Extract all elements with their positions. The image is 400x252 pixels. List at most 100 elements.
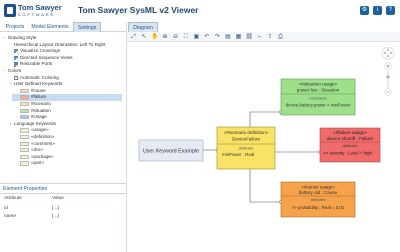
node-battery-old[interactable]: «#cause usage» battery old : Cause attri…: [280, 181, 356, 218]
tree-item-label: Hierarchical Layout Orientation: Left To…: [14, 41, 106, 47]
node-power-low[interactable]: «#situation usage» power low : Situation…: [280, 78, 356, 116]
scenario-stereotype: «#scenario definition»: [224, 130, 269, 135]
tab-settings[interactable]: Settings: [73, 22, 101, 32]
property-value-name[interactable]: [...]: [52, 214, 59, 219]
color-swatch[interactable]: [20, 128, 29, 133]
color-swatch[interactable]: [20, 115, 29, 120]
properties-divider: [0, 193, 126, 194]
layout-icon[interactable]: ▤: [225, 34, 232, 41]
scenario-attribute: minPower : Real: [222, 152, 254, 157]
failure-name: device shutoff : Failure: [327, 136, 374, 141]
zoom-out-control-icon[interactable]: [384, 88, 392, 96]
color-swatch[interactable]: [20, 148, 29, 153]
failure-attribute: >> severity : Level = high: [323, 151, 372, 156]
property-value-id[interactable]: [...]: [52, 206, 59, 211]
node-user-keyword-example[interactable]: User Keyword Example: [138, 139, 204, 162]
failure-section-label: attributes: [343, 144, 358, 148]
checkbox[interactable]: [14, 49, 19, 54]
checkbox[interactable]: [14, 62, 19, 67]
cause-section-label: attributes: [311, 198, 326, 202]
zoom-fit-icon[interactable]: ⛶: [183, 34, 190, 41]
app-window: Tom Sawyer SOFTWARE Tom Sawyer SysML v2 …: [0, 0, 400, 252]
diagram-svg: User Keyword Example «#scenario definiti…: [138, 46, 395, 218]
tree-item-label: «doc»: [31, 147, 44, 153]
color-swatch[interactable]: [20, 88, 29, 93]
situation-section-label: constraints: [309, 97, 327, 101]
logo-mark-icon: [4, 4, 16, 17]
color-swatch[interactable]: [20, 95, 29, 100]
node-device-failure[interactable]: «#scenario definition» DeviceFailure att…: [216, 126, 276, 170]
node-device-shutoff[interactable]: «#failure usage» device shutoff : Failur…: [319, 127, 381, 163]
tree-item-label: Language Keywords: [14, 120, 56, 126]
pan-hand-icon[interactable]: ✋: [151, 34, 158, 41]
tree-item-label: «part»: [31, 160, 45, 166]
color-swatch[interactable]: [20, 108, 29, 113]
situation-constraint: device.battery.power < minPower: [286, 103, 351, 108]
tree-item-label: #failure: [31, 94, 47, 100]
help-icon[interactable]: ?: [386, 6, 395, 15]
tree-item-label: «package»: [31, 153, 54, 159]
color-swatch[interactable]: [20, 141, 29, 146]
grid-icon[interactable]: ▦: [235, 34, 242, 41]
collapse-icon[interactable]: −: [8, 81, 13, 87]
color-swatch[interactable]: [20, 154, 29, 159]
collapse-icon[interactable]: −: [2, 35, 7, 41]
cause-stereotype: «#cause usage»: [301, 185, 335, 190]
header-bar: Tom Sawyer SOFTWARE Tom Sawyer SysML v2 …: [0, 0, 400, 22]
pan-navigator-icon[interactable]: [381, 46, 395, 60]
settings-gear-icon[interactable]: ⚙: [360, 6, 369, 15]
zoom-slider[interactable]: [386, 71, 390, 88]
tree-item-label: #cause: [31, 87, 46, 93]
select-arrow-icon[interactable]: ↖: [141, 34, 148, 41]
scenario-name: DeviceFailure: [232, 137, 261, 142]
tree-item-label: Visualize Crossings: [20, 48, 61, 54]
checkbox[interactable]: [14, 55, 19, 60]
cause-name: battery old : Cause: [299, 190, 338, 195]
tree-item-label: «definition»: [31, 134, 55, 139]
color-swatch[interactable]: [20, 102, 29, 107]
cause-attribute: >> probability : Real = 0.01: [292, 205, 345, 210]
expand-icon[interactable]: +: [8, 121, 13, 127]
tree-item-label: #situation: [31, 107, 51, 113]
info-icon[interactable]: i: [373, 6, 382, 15]
tree-item-label: Automatic Coloring: [20, 74, 59, 80]
zoom-in-icon[interactable]: ⊕: [162, 34, 169, 41]
tree-item-label: «usage»: [31, 127, 49, 133]
tab-model-elements[interactable]: Model Elements: [28, 22, 72, 32]
color-swatch[interactable]: [20, 135, 29, 140]
tab-diagram[interactable]: Diagram: [128, 22, 158, 32]
column-header-attribute: Attribute: [4, 196, 22, 201]
diagram-canvas[interactable]: User Keyword Example «#scenario definiti…: [127, 42, 400, 252]
tree-item-label: Colors: [8, 68, 22, 73]
settings-tree: − Drawing Style Hierarchical Layout Orient…: [0, 33, 126, 181]
diagram-toolbar: ⤢ ↖ ✋ ⊕ ⊖ ⛶ ▣ ↶ ↷ ▤ ▦ ⛓ ⇔ ⇪ ⎙: [127, 32, 400, 42]
checkbox[interactable]: [14, 75, 19, 80]
edge-scenario-cause: [249, 169, 281, 203]
tree-item-label: «comment»: [31, 140, 56, 146]
expand-icon[interactable]: ⤢: [130, 34, 137, 41]
tom-sawyer-logo: Tom Sawyer SOFTWARE: [4, 3, 62, 19]
tree-item-label: User Defined Keywords: [14, 81, 63, 87]
print-icon[interactable]: ⎙: [277, 34, 284, 41]
arrange-icon[interactable]: ⇔: [256, 34, 263, 41]
element-properties-panel: Element Properties Attribute Value id [.…: [0, 183, 126, 252]
tab-projects[interactable]: Projects: [3, 22, 27, 32]
situation-stereotype: «#situation usage»: [299, 82, 338, 87]
link-icon[interactable]: ⛓: [246, 34, 254, 41]
undo-icon[interactable]: ↶: [204, 34, 211, 41]
collapse-icon[interactable]: −: [2, 68, 7, 74]
redo-icon[interactable]: ↷: [214, 34, 221, 41]
zoom-box-icon[interactable]: ▣: [193, 34, 200, 41]
zoom-out-icon[interactable]: ⊖: [172, 34, 179, 41]
properties-title: Element Properties: [3, 186, 48, 192]
tree-item-label: #scenario: [31, 101, 51, 106]
node-usage-label: User Keyword Example: [143, 149, 199, 155]
tree-item-label: Drawing Style: [8, 35, 37, 40]
property-attribute-id: id: [4, 206, 8, 211]
color-swatch[interactable]: [20, 161, 29, 166]
failure-stereotype: «#failure usage»: [333, 130, 367, 135]
zoom-in-control-icon[interactable]: [384, 62, 392, 70]
tree-item-label: Resizable Ports: [20, 61, 53, 67]
export-icon[interactable]: ⇪: [267, 34, 274, 41]
column-header-value: Value: [52, 196, 64, 201]
